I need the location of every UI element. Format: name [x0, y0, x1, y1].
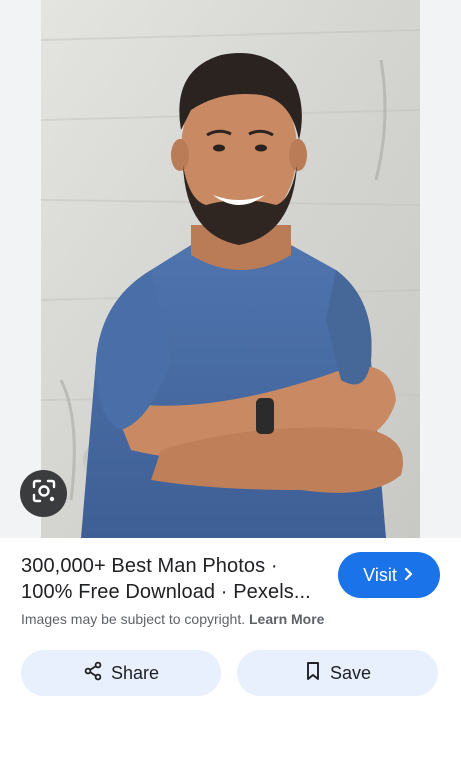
image-preview-panel	[0, 0, 461, 538]
share-label: Share	[110, 662, 160, 683]
result-image[interactable]	[41, 0, 420, 538]
google-lens-icon	[31, 478, 57, 509]
result-title-line1: 300,000+ Best Man Photos ·	[21, 555, 278, 577]
result-title[interactable]: 300,000+ Best Man Photos · 100% Free Dow…	[21, 553, 321, 605]
copyright-notice: Images may be subject to copyright. Lear…	[21, 611, 324, 627]
result-title-line2: 100% Free Download · Pexels...	[21, 581, 311, 603]
bookmark-icon	[304, 661, 322, 686]
google-lens-button[interactable]	[20, 470, 67, 517]
copyright-text: Images may be subject to copyright.	[21, 611, 246, 627]
share-icon	[83, 661, 103, 686]
save-label: Save	[329, 662, 372, 683]
visit-button[interactable]: Visit	[338, 552, 440, 598]
share-button[interactable]: Share	[21, 650, 221, 696]
chevron-right-icon	[403, 565, 415, 586]
learn-more-link[interactable]: Learn More	[249, 611, 324, 627]
save-button[interactable]: Save	[237, 650, 438, 696]
visit-label: Visit	[363, 564, 397, 585]
